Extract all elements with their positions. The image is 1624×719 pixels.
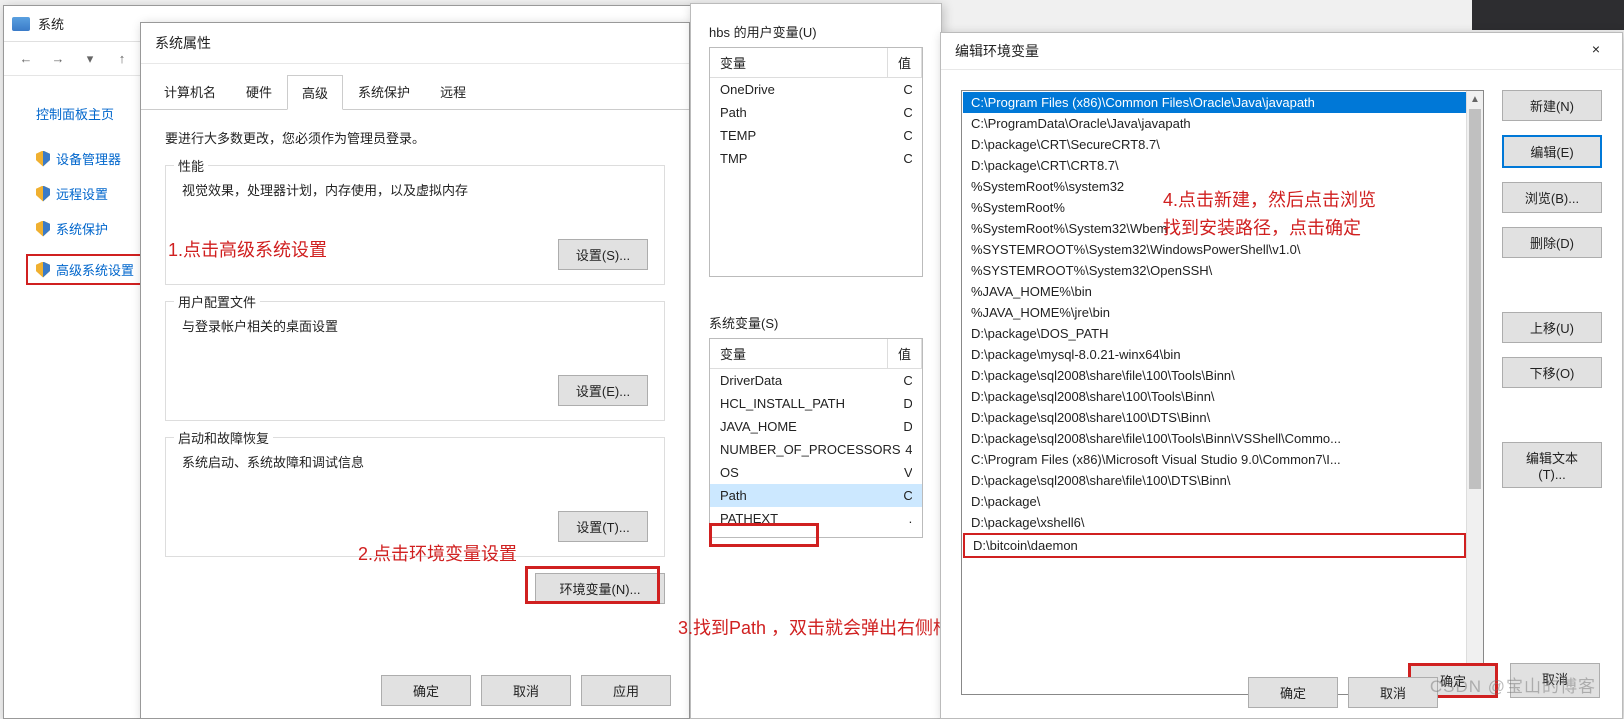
tab-system-protection[interactable]: 系统保护 [343,74,425,109]
move-down-button[interactable]: 下移(O) [1502,357,1602,388]
path-item[interactable]: D:\package\xshell6\ [963,512,1466,533]
cancel-button[interactable]: 取消 [481,675,571,706]
list-row: TMPC [710,147,922,170]
list-row-path[interactable]: PathC [710,484,922,507]
path-item[interactable]: D:\package\mysql-8.0.21-winx64\bin [963,344,1466,365]
scrollbar[interactable]: ▲ ▼ [1466,91,1483,694]
path-item[interactable]: C:\ProgramData\Oracle\Java\javapath [963,113,1466,134]
path-item[interactable]: D:\package\CRT\SecureCRT8.7\ [963,134,1466,155]
browse-button[interactable]: 浏览(B)... [1502,182,1602,213]
apply-button[interactable]: 应用 [581,675,671,706]
path-item[interactable]: C:\Program Files (x86)\Microsoft Visual … [963,449,1466,470]
col-variable[interactable]: 变量 [710,48,888,77]
annotation-3: 3.找到Path ，双击就会弹出右侧框 [678,614,951,640]
tab-hardware[interactable]: 硬件 [231,74,287,109]
dialog-footer: 确定 取消 应用 [141,663,689,718]
nav-back-icon[interactable]: ← [12,47,40,71]
shield-icon [36,221,50,237]
path-item[interactable]: D:\package\sql2008\share\file\100\Tools\… [963,428,1466,449]
performance-group: 性能 视觉效果，处理器计划，内存使用，以及虚拟内存 设置(S)... [165,165,665,285]
list-row: HCL_INSTALL_PATHD [710,392,922,415]
nav-fwd-icon[interactable]: → [44,47,72,71]
scroll-up-icon[interactable]: ▲ [1467,91,1483,108]
admin-note: 要进行大多数更改，您必须作为管理员登录。 [165,128,665,147]
group-title: 用户配置文件 [174,292,260,311]
system-vars-label: 系统变量(S) [709,313,923,332]
new-button[interactable]: 新建(N) [1502,90,1602,121]
watermark: CSDN @宝山的博客 [1430,672,1596,697]
group-title: 启动和故障恢复 [174,428,273,447]
group-desc: 与登录帐户相关的桌面设置 [182,316,648,335]
startup-settings-button[interactable]: 设置(T)... [558,511,648,542]
dark-background-strip [1472,0,1624,30]
shield-icon [36,186,50,202]
list-row: OneDriveC [710,78,922,101]
underlying-ok-button[interactable]: 确定 [1248,677,1338,708]
tab-remote[interactable]: 远程 [425,74,481,109]
shield-icon [36,262,50,278]
path-item[interactable]: D:\package\sql2008\share\file\100\Tools\… [963,365,1466,386]
profiles-settings-button[interactable]: 设置(E)... [558,375,648,406]
performance-settings-button[interactable]: 设置(S)... [558,239,648,270]
list-row: NUMBER_OF_PROCESSORS4 [710,438,922,461]
annotation-2: 2.点击环境变量设置 [358,540,517,566]
ok-button[interactable]: 确定 [381,675,471,706]
path-item[interactable]: %JAVA_HOME%\jre\bin [963,302,1466,323]
path-item-highlighted[interactable]: D:\bitcoin\daemon [963,533,1466,558]
environment-variables-dialog: hbs 的用户变量(U) 变量 值 OneDriveC PathC TEMPC … [690,3,942,719]
system-properties-dialog: 系统属性 计算机名 硬件 高级 系统保护 远程 要进行大多数更改，您必须作为管理… [140,22,690,719]
path-list[interactable]: C:\Program Files (x86)\Common Files\Orac… [961,90,1484,695]
list-row: PathC [710,101,922,124]
system-vars-list[interactable]: 变量 值 DriverDataC HCL_INSTALL_PATHD JAVA_… [709,338,923,538]
annotation-4a: 4.点击新建，然后点击浏览 [1163,186,1376,212]
edit-button[interactable]: 编辑(E) [1502,135,1602,168]
red-highlight-envbtn [525,566,660,604]
path-item[interactable]: %SYSTEMROOT%\System32\OpenSSH\ [963,260,1466,281]
button-column: 新建(N) 编辑(E) 浏览(B)... 删除(D) 上移(U) 下移(O) 编… [1502,90,1602,695]
edit-text-button[interactable]: 编辑文本(T)... [1502,442,1602,488]
path-item[interactable]: D:\package\DOS_PATH [963,323,1466,344]
col-value[interactable]: 值 [888,48,922,77]
path-item[interactable]: %JAVA_HOME%\bin [963,281,1466,302]
edit-env-var-dialog: 编辑环境变量 × C:\Program Files (x86)\Common F… [940,32,1623,719]
red-highlight-path-row [709,523,819,547]
close-icon[interactable]: × [1584,41,1608,61]
list-row: OSV [710,461,922,484]
startup-recovery-group: 启动和故障恢复 系统启动、系统故障和调试信息 设置(T)... [165,437,665,557]
list-row: DriverDataC [710,369,922,392]
user-profiles-group: 用户配置文件 与登录帐户相关的桌面设置 设置(E)... [165,301,665,421]
move-up-button[interactable]: 上移(U) [1502,312,1602,343]
path-item[interactable]: D:\package\CRT\CRT8.7\ [963,155,1466,176]
col-value[interactable]: 值 [888,339,922,368]
nav-up-icon[interactable]: ↑ [108,47,136,71]
scrollbar-thumb[interactable] [1469,109,1481,489]
window-title: 系统 [38,14,64,33]
tab-computer-name[interactable]: 计算机名 [149,74,231,109]
path-item[interactable]: D:\package\ [963,491,1466,512]
user-vars-label: hbs 的用户变量(U) [709,22,923,41]
path-item[interactable]: %SYSTEMROOT%\System32\WindowsPowerShell\… [963,239,1466,260]
group-desc: 视觉效果，处理器计划，内存使用，以及虚拟内存 [182,180,648,199]
group-title: 性能 [174,156,208,175]
user-vars-list[interactable]: 变量 值 OneDriveC PathC TEMPC TMPC [709,47,923,277]
col-variable[interactable]: 变量 [710,339,888,368]
dialog-title: 编辑环境变量 × [941,33,1622,70]
underlying-cancel-button[interactable]: 取消 [1348,677,1438,708]
list-row: JAVA_HOMED [710,415,922,438]
system-icon [12,17,30,31]
tab-advanced[interactable]: 高级 [287,75,343,110]
group-desc: 系统启动、系统故障和调试信息 [182,452,648,471]
annotation-1: 1.点击高级系统设置 [168,236,327,262]
nav-dropdown-icon[interactable]: ▾ [76,47,104,71]
delete-button[interactable]: 删除(D) [1502,227,1602,258]
dialog-title: 系统属性 [141,23,689,64]
shield-icon [36,151,50,167]
path-item[interactable]: D:\package\sql2008\share\100\DTS\Binn\ [963,407,1466,428]
path-item[interactable]: C:\Program Files (x86)\Common Files\Orac… [963,92,1466,113]
path-item[interactable]: D:\package\sql2008\share\100\Tools\Binn\ [963,386,1466,407]
list-row: TEMPC [710,124,922,147]
tab-bar: 计算机名 硬件 高级 系统保护 远程 [141,74,689,110]
path-item[interactable]: D:\package\sql2008\share\file\100\DTS\Bi… [963,470,1466,491]
annotation-4b: 找到安装路径，点击确定 [1163,214,1361,240]
